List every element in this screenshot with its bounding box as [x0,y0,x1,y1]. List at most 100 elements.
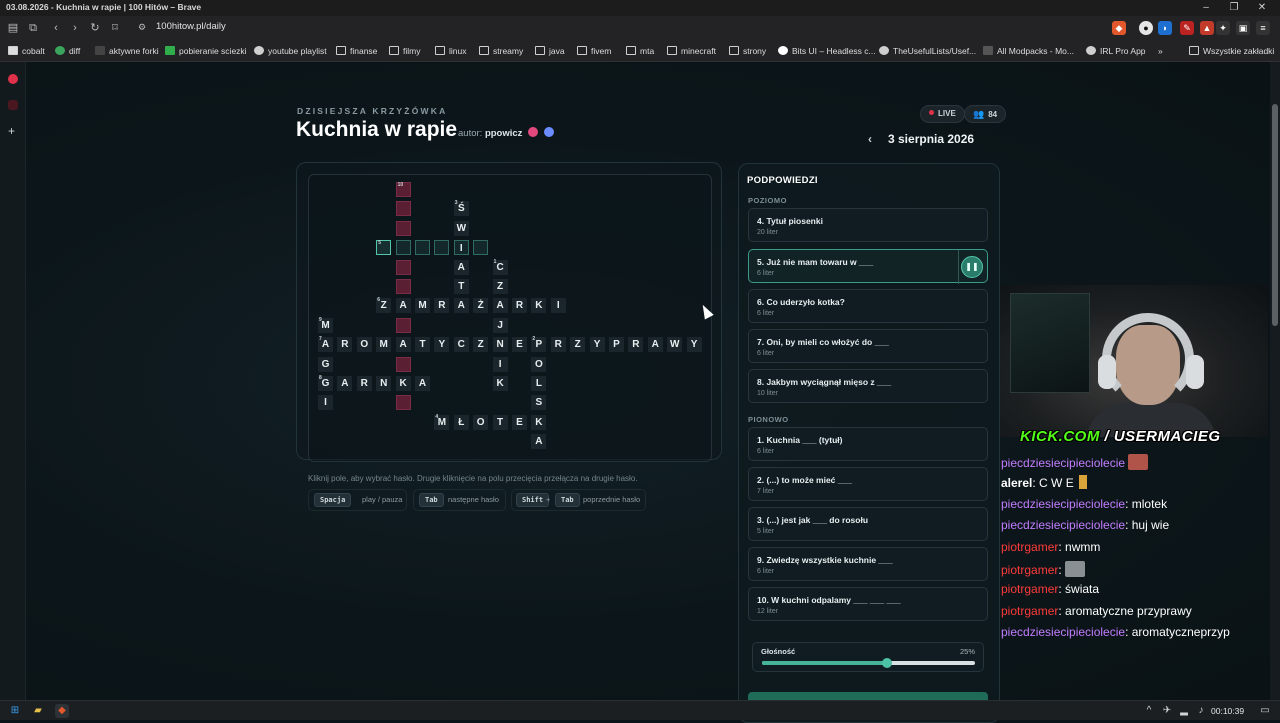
crossword-cell[interactable]: O [473,414,489,430]
clue-down-3[interactable]: 3. (...) jest jak ___ do rosołu 5 liter [748,507,988,541]
crossword-cell[interactable]: Ż [473,298,489,314]
crossword-cell[interactable]: R [337,337,353,353]
crossword-cell[interactable]: K [492,376,508,391]
clue-down-9[interactable]: 9. Zwiedzę wszystkie kuchnie ___ 6 liter [748,547,988,581]
bookmark-folder[interactable]: mta [626,45,654,57]
extension-icon[interactable]: ✎ [1180,21,1194,35]
file-explorer-icon[interactable]: ▰ [31,704,45,718]
sidebar-icon[interactable]: ▤ [6,21,20,35]
forward-icon[interactable]: › [68,21,82,35]
crossword-cell[interactable]: L [531,376,547,391]
clue-across-5[interactable]: 5. Już nie mam towaru w ___ 6 liter ❚❚ [748,249,988,284]
crossword-cell[interactable]: 6Z [376,297,392,314]
crossword-cell[interactable]: A [647,337,663,353]
extension-icon[interactable]: ● [1139,21,1153,35]
bookmark-item[interactable]: cobalt [8,45,45,57]
crossword-cell[interactable]: O [356,337,372,353]
chat-username[interactable]: piecdziesiecipiecioleci [1001,497,1118,511]
discord-icon[interactable] [543,127,554,137]
crossword-cell[interactable]: M [376,337,392,353]
brave-icon[interactable]: ◆ [55,704,69,718]
crossword-cell[interactable]: K [531,298,547,314]
crossword-cell[interactable]: W [453,220,469,236]
bookmark-folder[interactable]: java [535,45,565,57]
crossword-cell[interactable]: E [512,337,527,353]
crossword-cell[interactable]: K [531,414,547,430]
crossword-cell[interactable]: I [492,356,508,372]
submit-button[interactable] [748,692,988,700]
crossword-cell[interactable]: Z [473,337,489,353]
clue-across-4[interactable]: 4. Tytuł piosenki 20 liter [748,208,988,242]
bookmark-folder[interactable]: fivem [577,45,611,57]
clue-across-8[interactable]: 8. Jakbym wyciągnął mięso z ___ 10 liter [748,369,988,403]
crossword-cell[interactable]: Y [434,337,450,353]
crossword-cell[interactable]: W [667,337,683,353]
network-icon[interactable]: ▂ [1177,704,1191,718]
clue-across-6[interactable]: 6. Co uderzyło kotka? 6 liter [748,289,988,323]
crossword-cell[interactable]: 10 [395,182,411,197]
crossword-cell[interactable]: A [531,434,547,450]
crossword-cell[interactable] [395,259,411,275]
bookmark-item[interactable]: aktywne forki [95,45,159,57]
crossword-cell[interactable]: A [415,376,430,391]
bookmark-item[interactable]: IRL Pro App [1086,45,1146,57]
sidebar-app-icon[interactable] [8,74,18,84]
crossword-cell[interactable]: Ł [453,414,469,430]
maximize-button[interactable]: ❐ [1224,1,1244,14]
chat-username[interactable]: piecdziesiecipiecioleci [1001,456,1118,470]
crossword-cell[interactable]: 2P [531,336,547,353]
crossword-cell[interactable]: S [531,395,547,411]
bookmark-folder[interactable]: filmy [389,45,420,57]
volume-knob[interactable] [882,658,892,668]
bookmark-icon[interactable]: ⌑ [108,21,122,35]
bookmark-item[interactable]: diff [55,45,80,57]
brave-shields-icon[interactable]: ◆ [1112,21,1126,35]
crossword-cell[interactable] [434,240,450,256]
chat-username[interactable]: piecdziesiecipiecioleci [1001,518,1118,532]
chat-username[interactable]: piotrgamer [1001,540,1058,554]
crossword-cell[interactable]: G [318,356,333,372]
crossword-cell[interactable]: T [415,337,430,353]
bookmark-item[interactable]: Bits UI – Headless c... [778,45,876,57]
site-settings-icon[interactable]: ⚙ [138,22,148,32]
back-icon[interactable]: ‹ [49,21,63,35]
bookmark-folder[interactable]: minecraft [667,45,716,57]
wallet-icon[interactable]: ▣ [1236,21,1250,35]
crossword-cell[interactable]: 9M [318,317,333,333]
extensions-icon[interactable]: ✦ [1216,21,1230,35]
close-window-button[interactable]: ✕ [1252,1,1272,14]
crossword-cell[interactable]: A [395,337,411,353]
crossword-cell[interactable]: A [453,298,469,314]
crossword-cell[interactable]: C [453,337,469,353]
bookmark-item[interactable]: youtube playlist [254,45,327,57]
tray-app-icon[interactable]: ✈ [1160,704,1174,718]
chat-username[interactable]: alerel [1001,476,1032,490]
crossword-cell[interactable]: N [492,337,508,353]
crossword-cell[interactable]: R [356,376,372,391]
pause-icon[interactable]: ❚❚ [961,256,983,278]
crossword-cell[interactable]: R [434,298,450,314]
crossword-cell[interactable]: R [512,298,527,314]
crossword-cell[interactable]: 5 [376,240,392,256]
crossword-cell[interactable]: I [453,240,469,256]
extension-icon[interactable]: ◗ [1158,21,1172,35]
crossword-cell[interactable]: N [376,376,392,391]
chat-username[interactable]: piecdziesiecipiecioleci [1001,625,1118,639]
crossword-cell[interactable]: A [492,298,508,314]
clue-down-10[interactable]: 10. W kuchni odpalamy ___ ___ ___ 12 lit… [748,587,988,621]
crossword-cell[interactable]: Z [492,279,508,294]
address-bar[interactable]: 100hitow.pl/daily [156,21,226,32]
crossword-cell[interactable]: A [395,298,411,314]
chat-username[interactable]: piotrgamer [1001,563,1058,577]
crossword-cell[interactable]: R [550,337,566,353]
start-icon[interactable]: ⊞ [8,704,22,718]
crossword-cell[interactable]: O [531,356,547,372]
volume-icon[interactable]: ♪ [1194,704,1208,718]
crossword-cell[interactable] [395,220,411,236]
crossword-cell[interactable]: R [628,337,644,353]
crossword-cell[interactable] [473,240,489,256]
chat-username[interactable]: piotrgamer [1001,604,1058,618]
tray-chevron-icon[interactable]: ^ [1142,704,1156,718]
clue-down-1[interactable]: 1. Kuchnia ___ (tytuł) 6 liter [748,427,988,461]
crossword-cell[interactable]: 8G [318,375,333,391]
